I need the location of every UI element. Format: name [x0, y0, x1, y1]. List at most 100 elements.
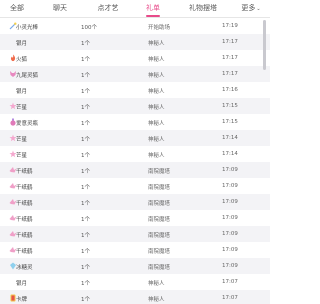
gift-record-row: 芒星 1个 神秘人 17:14: [0, 130, 270, 146]
gift-count: 1个: [81, 105, 90, 111]
gift-recipient: 神秘人: [148, 297, 165, 303]
gift-recipient: 神秘人: [148, 57, 165, 63]
gift-time: 17:17: [222, 71, 238, 77]
gift-recipient: 神秘人: [148, 73, 165, 79]
gift-count: 1个: [81, 297, 90, 303]
gift-name: 千纸鹤: [16, 185, 33, 191]
gift-time: 17:09: [222, 263, 238, 269]
gift-time: 17:09: [222, 183, 238, 189]
gift-count: 1个: [81, 169, 90, 175]
gift-count: 1个: [81, 121, 90, 127]
tab-gift-list[interactable]: 礼单: [140, 0, 166, 17]
gift-recipient: 南院魔塔: [148, 233, 171, 239]
gift-name: 银月: [16, 281, 28, 287]
gift-name: 芒星: [16, 153, 28, 159]
gift-name: 火狐: [16, 57, 28, 63]
gift-record-row: 千纸鹤 1个 南院魔塔 17:09: [0, 242, 270, 258]
gift-recipient: 南院魔塔: [148, 169, 171, 175]
gift-record-row: 火狐 1个 神秘人 17:17: [0, 50, 270, 66]
gift-name: 九尾灵狐: [16, 73, 39, 79]
gift-recipient: 开始助场: [148, 25, 171, 31]
gift-name: 小灵光棒: [16, 25, 39, 31]
gift-count: 1个: [81, 233, 90, 239]
gift-recipient: 神秘人: [148, 137, 165, 143]
gift-recipient: 神秘人: [148, 105, 165, 111]
gift-recipient: 南院魔塔: [148, 265, 171, 271]
gift-time: 17:14: [222, 151, 238, 157]
gift-record-row: 冰糖灵 1个 南院魔塔 17:09: [0, 258, 270, 274]
gift-record-row: 卡牌 1个 神秘人 17:07: [0, 290, 270, 304]
gift-time: 17:16: [222, 87, 238, 93]
tab-bar: 全部 聊天 点才艺 礼单 礼物摆塔 更多⌄: [0, 0, 270, 18]
gift-recipient: 神秘人: [148, 89, 165, 95]
gift-name: 芒星: [16, 137, 28, 143]
tab-gift-tower[interactable]: 礼物摆塔: [182, 0, 224, 17]
gift-recipient: 神秘人: [148, 121, 165, 127]
gift-recipient: 神秘人: [148, 41, 165, 47]
tab-more-label: 更多: [241, 4, 256, 12]
gift-count: 1个: [81, 57, 90, 63]
gift-name: 千纸鹤: [16, 201, 33, 207]
gift-count: 1个: [81, 185, 90, 191]
tab-chat[interactable]: 聊天: [47, 0, 73, 17]
gift-record-row: 银月 1个 神秘人 17:17: [0, 34, 270, 50]
gift-record-row: 爱意灵瓶 1个 神秘人 17:15: [0, 114, 270, 130]
gift-record-row: 九尾灵狐 1个 神秘人 17:17: [0, 66, 270, 82]
gift-name: 冰糖灵: [16, 265, 33, 271]
gift-time: 17:09: [222, 247, 238, 253]
scrollbar[interactable]: [263, 20, 266, 70]
gift-record-row: 千纸鹤 1个 南院魔塔 17:09: [0, 226, 270, 242]
gift-time: 17:17: [222, 55, 238, 61]
tab-all[interactable]: 全部: [4, 0, 30, 17]
gift-count: 1个: [81, 73, 90, 79]
gift-record-row: 芒星 1个 神秘人 17:15: [0, 98, 270, 114]
gift-count: 1个: [81, 153, 90, 159]
gift-name: 银月: [16, 41, 28, 47]
gift-time: 17:07: [222, 279, 238, 285]
gift-record-row: 千纸鹤 1个 南院魔塔 17:09: [0, 162, 270, 178]
gift-time: 17:19: [222, 23, 238, 29]
gift-record-list[interactable]: 小灵光棒 100个 开始助场 17:19 银月 1个 神秘人 17:17 火狐 1个 神秘人 17:1…: [0, 18, 270, 304]
gift-recipient: 神秘人: [148, 281, 165, 287]
gift-count: 1个: [81, 265, 90, 271]
gift-time: 17:14: [222, 135, 238, 141]
tab-talent[interactable]: 点才艺: [92, 0, 124, 17]
gift-time: 17:09: [222, 231, 238, 237]
gift-time: 17:15: [222, 119, 238, 125]
gift-count: 100个: [81, 25, 97, 31]
gift-time: 17:09: [222, 215, 238, 221]
gift-name: 卡牌: [16, 297, 28, 303]
chevron-down-icon: ⌄: [256, 6, 261, 12]
gift-name: 千纸鹤: [16, 169, 33, 175]
gift-name: 芒星: [16, 105, 28, 111]
gift-count: 1个: [81, 89, 90, 95]
gift-recipient: 南院魔塔: [148, 217, 171, 223]
gift-name: 银月: [16, 89, 28, 95]
gift-record-row: 芒星 1个 神秘人 17:14: [0, 146, 270, 162]
gift-time: 17:09: [222, 167, 238, 173]
gift-count: 1个: [81, 249, 90, 255]
gift-recipient: 南院魔塔: [148, 249, 171, 255]
gift-recipient: 神秘人: [148, 153, 165, 159]
gift-count: 1个: [81, 281, 90, 287]
gift-name: 千纸鹤: [16, 249, 33, 255]
gift-count: 1个: [81, 41, 90, 47]
gift-name: 爱意灵瓶: [16, 121, 39, 127]
gift-record-row: 银月 1个 神秘人 17:07: [0, 274, 270, 290]
gift-record-row: 千纸鹤 1个 南院魔塔 17:09: [0, 194, 270, 210]
gift-count: 1个: [81, 201, 90, 207]
gift-count: 1个: [81, 137, 90, 143]
gift-time: 17:15: [222, 103, 238, 109]
gift-record-row: 银月 1个 神秘人 17:16: [0, 82, 270, 98]
gift-record-row: 小灵光棒 100个 开始助场 17:19: [0, 18, 270, 34]
gift-time: 17:09: [222, 199, 238, 205]
tab-more[interactable]: 更多⌄: [235, 0, 267, 17]
gift-time: 17:07: [222, 295, 238, 301]
gift-record-row: 千纸鹤 1个 南院魔塔 17:09: [0, 178, 270, 194]
gift-time: 17:17: [222, 39, 238, 45]
gift-record-row: 千纸鹤 1个 南院魔塔 17:09: [0, 210, 270, 226]
gift-recipient: 南院魔塔: [148, 201, 171, 207]
gift-name: 千纸鹤: [16, 217, 33, 223]
gift-name: 千纸鹤: [16, 233, 33, 239]
gift-count: 1个: [81, 217, 90, 223]
